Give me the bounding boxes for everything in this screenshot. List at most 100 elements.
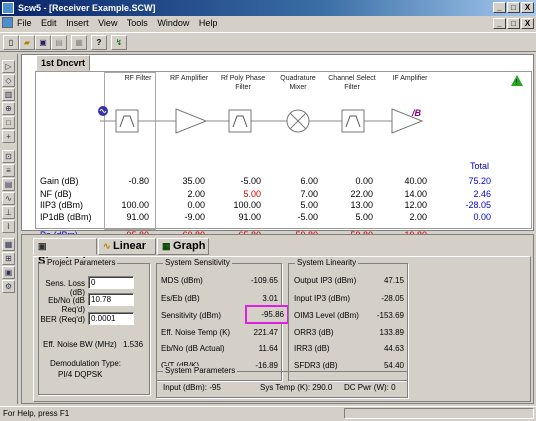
- total-header: Total: [469, 161, 489, 171]
- warning-icon[interactable]: !: [510, 74, 524, 88]
- minimize-button[interactable]: _: [493, 2, 506, 13]
- menu-tools[interactable]: Tools: [127, 18, 148, 28]
- close-button[interactable]: X: [521, 2, 534, 13]
- mixer-iip3: 5.00: [300, 200, 318, 210]
- wizard-icon[interactable]: ↯: [111, 35, 127, 50]
- menu-help[interactable]: Help: [199, 18, 218, 28]
- document-icon[interactable]: [2, 17, 13, 28]
- pointer-tool-icon[interactable]: ▷: [2, 60, 15, 73]
- if-amp-ip1db: 2.00: [409, 212, 427, 222]
- component-toolbar: ▷ ◇ ▥ ⊕ □ + ⊡ ≡ ▤ ∿ ⊥ ⌇ ▦ ⊞ ▣ ⚙: [0, 54, 18, 404]
- rf-amp-gain: 35.00: [182, 176, 205, 186]
- chart-tool-icon[interactable]: ⌇: [2, 220, 15, 233]
- noise-bw-value: 1.536: [123, 340, 144, 349]
- label-ip1db: IP1dB (dBm): [40, 212, 92, 222]
- restore-button[interactable]: □: [507, 2, 520, 13]
- calc-tool-icon[interactable]: ▣: [2, 266, 15, 279]
- stage-header-channel-filter: Channel Select Filter: [328, 75, 376, 91]
- source-icon[interactable]: [96, 104, 110, 118]
- output-ip3-label: Output IP3 (dBm): [294, 276, 357, 285]
- tab-linear[interactable]: ∿ Linear: [98, 238, 156, 255]
- dc-power: DC Pwr (W): 0: [344, 383, 396, 392]
- rf-amplifier-symbol[interactable]: [175, 108, 208, 134]
- new-file-icon[interactable]: ▯: [3, 35, 19, 50]
- tab-standard[interactable]: ▣ Standard: [33, 238, 97, 267]
- noise-bw-label: Eff. Noise BW (MHz): [43, 340, 117, 349]
- display-tool-icon[interactable]: ▤: [2, 178, 15, 191]
- oim3-label: OIM3 Level (dBm): [294, 311, 359, 320]
- menu-file[interactable]: File: [17, 18, 32, 28]
- wave-tool-icon[interactable]: ∿: [2, 192, 15, 205]
- tab-1st-dncvrt[interactable]: 1st Dncvrt: [36, 55, 90, 71]
- es-eb-value: 3.01: [262, 294, 278, 303]
- orr3-value: 133.89: [379, 328, 404, 337]
- mixer-gain: 6.00: [300, 176, 318, 186]
- ebno-actual-value: 11.64: [258, 344, 278, 353]
- menu-window[interactable]: Window: [157, 18, 189, 28]
- window-controls: _ □ X: [493, 2, 534, 13]
- input-ip3-value: -28.05: [381, 294, 404, 303]
- settings-tool-icon[interactable]: ⚙: [2, 280, 15, 293]
- coupler-tool-icon[interactable]: ≡: [2, 164, 15, 177]
- menu-bar: File Edit Insert View Tools Window Help …: [0, 16, 536, 31]
- output-ip3-value: 47.15: [383, 276, 404, 285]
- input-power: Input (dBm): -95: [163, 383, 221, 392]
- mds-label: MDS (dBm): [161, 276, 203, 285]
- noise-temp-label: Eff. Noise Temp (K): [161, 328, 231, 337]
- irr3-label: IRR3 (dB): [294, 344, 330, 353]
- system-linearity-title: System Linearity: [295, 258, 359, 267]
- title-bar: Scw5 - [Receiver Example.SCW]: [0, 0, 536, 16]
- menu-edit[interactable]: Edit: [41, 18, 57, 28]
- ebno-input[interactable]: 10.78: [88, 293, 134, 306]
- attenuator-tool-icon[interactable]: □: [2, 116, 15, 129]
- demod-label: Demodulation Type:: [50, 359, 122, 368]
- doc-restore-button[interactable]: □: [507, 18, 520, 29]
- ber-label: BER (Req'd): [40, 315, 85, 324]
- switch-tool-icon[interactable]: ⊡: [2, 150, 15, 163]
- help-icon[interactable]: ?: [91, 35, 107, 50]
- label-nf: NF (dB): [40, 189, 72, 199]
- rf-filter-symbol[interactable]: [115, 109, 139, 133]
- stage-header-poly-phase: Rf Poly Phase Filter: [220, 75, 266, 91]
- amplifier-tool-icon[interactable]: ◇: [2, 74, 15, 87]
- sfdr3-label: SFDR3 (dB): [294, 361, 338, 370]
- status-panel: [344, 408, 534, 419]
- open-folder-icon[interactable]: ▰: [19, 35, 35, 50]
- menu-insert[interactable]: Insert: [66, 18, 89, 28]
- irr3-value: 44.63: [383, 344, 404, 353]
- save-icon[interactable]: ▣: [35, 35, 51, 50]
- doc-minimize-button[interactable]: _: [493, 18, 506, 29]
- channel-filter-symbol[interactable]: [341, 109, 365, 133]
- linear-tab-icon: ∿: [103, 241, 114, 251]
- mixer-tool-icon[interactable]: ⊕: [2, 102, 15, 115]
- print-icon[interactable]: ▤: [51, 35, 67, 50]
- orr3-label: ORR3 (dB): [294, 328, 334, 337]
- tab-graph[interactable]: ▦ Graph: [157, 238, 209, 255]
- status-text: For Help, press F1: [3, 409, 70, 418]
- app-icon[interactable]: [2, 2, 14, 14]
- splitter-tool-icon[interactable]: +: [2, 130, 15, 143]
- graph-tool-icon[interactable]: ⊞: [2, 252, 15, 265]
- table-tool-icon[interactable]: ▦: [2, 238, 15, 251]
- ber-input[interactable]: 0.0001: [88, 312, 134, 325]
- filter-tool-icon[interactable]: ▥: [2, 88, 15, 101]
- sens-loss-input[interactable]: 0: [88, 276, 134, 289]
- doc-close-button[interactable]: X: [521, 18, 534, 29]
- mixer-nf: 7.00: [300, 189, 318, 199]
- system-sensitivity-title: System Sensitivity: [163, 258, 232, 267]
- poly-phase-symbol[interactable]: [228, 109, 252, 133]
- rf-filter-gain: -0.80: [128, 176, 149, 186]
- total-iip3: -28.05: [465, 200, 491, 210]
- poly-phase-gain: -5.00: [240, 176, 261, 186]
- menu-view[interactable]: View: [98, 18, 117, 28]
- ebno-actual-label: Eb/No (dB Actual): [161, 344, 225, 353]
- preview-icon[interactable]: ▦: [71, 35, 87, 50]
- total-nf: 2.46: [473, 189, 491, 199]
- channel-filter-nf: 22.00: [350, 189, 373, 199]
- rf-filter-ip1db: 91.00: [126, 212, 149, 222]
- label-iip3: IIP3 (dBm): [40, 200, 84, 210]
- ground-tool-icon[interactable]: ⊥: [2, 206, 15, 219]
- if-amp-nf: 14.00: [404, 189, 427, 199]
- channel-filter-ip1db: 5.00: [355, 212, 373, 222]
- rf-filter-iip3: 100.00: [121, 200, 149, 210]
